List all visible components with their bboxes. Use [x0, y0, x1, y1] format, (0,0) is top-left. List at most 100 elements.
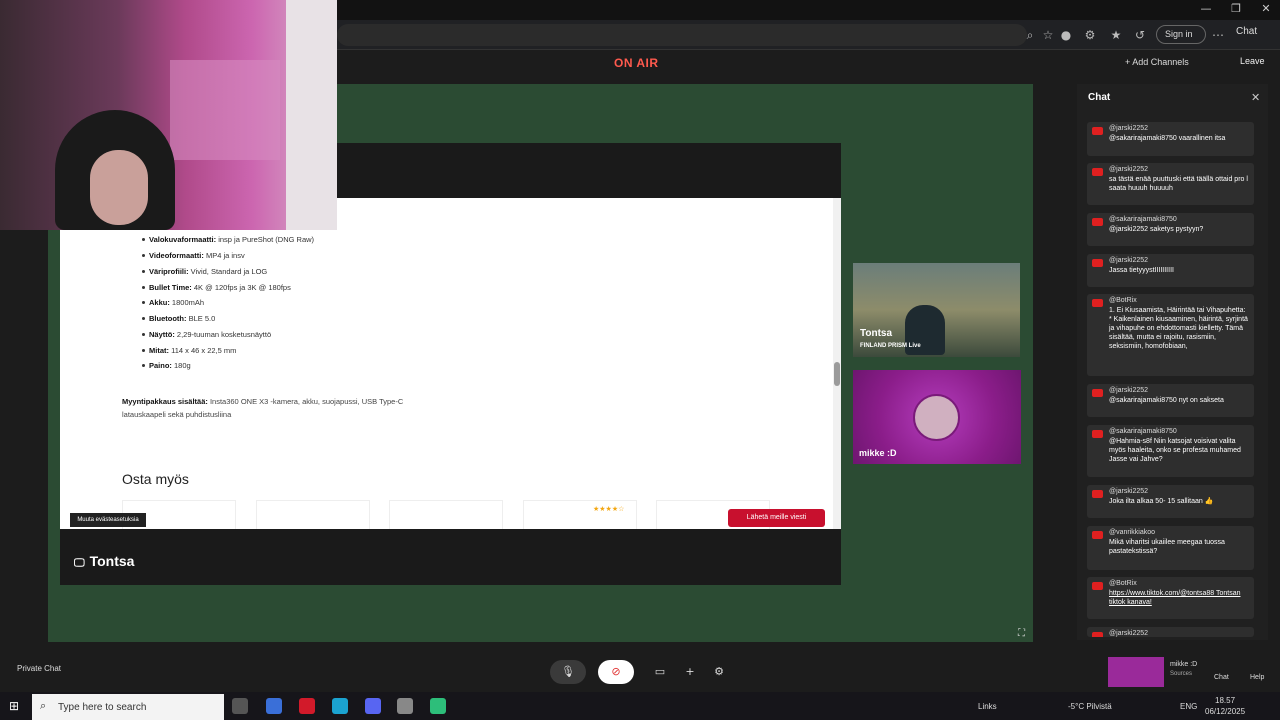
spec-item: Bullet Time: 4K @ 120fps ja 3K @ 180fps	[149, 283, 291, 292]
chat-message: @sakarirajamaki8750 @jarski2252 saketys p…	[1087, 213, 1254, 246]
webcam-face	[90, 150, 148, 225]
product-card[interactable]	[389, 500, 503, 529]
address-bar[interactable]	[337, 24, 1027, 46]
chat-message: @jarski2252	[1087, 627, 1254, 637]
app-icon[interactable]	[266, 698, 282, 714]
microphone-icon[interactable]: 🎙	[550, 660, 586, 684]
list-bullet	[142, 238, 145, 241]
list-bullet	[142, 286, 145, 289]
sign-in-button[interactable]: Sign in	[1156, 25, 1206, 44]
clock-time[interactable]: 18.57	[1215, 696, 1235, 705]
participant-thumbnail[interactable]	[1108, 657, 1164, 687]
chat-message: @jarski2252 @sakarirajamaki8750 vaarallin…	[1087, 122, 1254, 156]
language-indicator[interactable]: ENG	[1180, 702, 1197, 711]
youtube-icon	[1092, 299, 1103, 307]
windows-start-icon[interactable]: ⊞	[9, 699, 23, 713]
fullscreen-icon[interactable]: ⛶	[1018, 628, 1025, 639]
product-card[interactable]	[256, 500, 370, 529]
more-icon[interactable]: ⋯	[1210, 27, 1226, 43]
weather-widget[interactable]: -5°C Pilvistä	[1068, 702, 1112, 711]
youtube-icon	[1092, 127, 1103, 135]
add-channels-button[interactable]: + Add Channels	[1125, 57, 1189, 67]
mic-permission-icon[interactable]: ●	[1058, 27, 1074, 43]
zoom-icon[interactable]: ⌕	[1022, 27, 1038, 43]
close-icon[interactable]: ✕	[1251, 91, 1260, 104]
screen-share-footer	[60, 529, 841, 585]
close-window-icon[interactable]: ✕	[1256, 2, 1276, 15]
chat-message: @sakarirajamaki8750 @Hahmia-s8f Niin kats…	[1087, 425, 1254, 477]
chat-message: @BotRix https://www.tiktok.com/@tontsa88 …	[1087, 577, 1254, 619]
search-icon: ⌕	[40, 699, 47, 712]
youtube-icon	[1092, 490, 1103, 498]
also-buy-heading: Osta myös	[122, 471, 189, 487]
webcam-background	[286, 0, 337, 230]
avatar	[913, 394, 960, 441]
discord-icon[interactable]	[365, 698, 381, 714]
list-bullet	[142, 349, 145, 352]
spec-item: Videoformaatti: MP4 ja insv	[149, 251, 245, 260]
youtube-icon	[1092, 430, 1103, 438]
chat-message: @jarski2252 sa tästä enää puuttuski että …	[1087, 163, 1254, 205]
task-view-icon[interactable]	[232, 698, 248, 714]
clock-date[interactable]: 06/12/2025	[1205, 707, 1245, 716]
leave-button[interactable]: Leave	[1240, 56, 1268, 70]
list-bullet	[142, 254, 145, 257]
chat-message: @jarski2252 Joka ilta alkaa 50- 15 sallit…	[1087, 485, 1254, 518]
maximize-icon[interactable]: ❐	[1226, 2, 1246, 15]
app-icon[interactable]	[397, 698, 413, 714]
list-bullet	[142, 333, 145, 336]
youtube-icon	[1092, 582, 1103, 590]
settings-icon[interactable]: ⚙	[707, 660, 731, 684]
participant-name: mikke :D	[859, 448, 897, 458]
chat-title: Chat	[1088, 92, 1111, 103]
monitor-icon: 🖵	[74, 556, 85, 569]
star-icon[interactable]: ☆	[1040, 27, 1056, 43]
send-message-button[interactable]: Lähetä meille viesti	[728, 509, 825, 527]
edge-icon[interactable]	[332, 698, 348, 714]
youtube-icon	[1092, 389, 1103, 397]
spec-item: Näyttö: 2,29-tuuman kosketusnäyttö	[149, 330, 272, 339]
minimize-icon[interactable]: —	[1196, 2, 1216, 15]
spec-item: Valokuvaformaatti: insp ja PureShot (DNG…	[149, 235, 315, 244]
app-icon[interactable]	[430, 698, 446, 714]
sources-label[interactable]: Sources	[1170, 671, 1192, 677]
participant-overlay-text: FINLAND PRISM Live	[860, 343, 921, 349]
camera-off-icon[interactable]: ⊘	[598, 660, 634, 684]
favorites-icon[interactable]: ★	[1108, 27, 1124, 43]
list-bullet	[142, 364, 145, 367]
youtube-icon	[1092, 168, 1103, 176]
scrollbar-thumb[interactable]	[834, 362, 840, 386]
on-air-indicator: ON AIR	[614, 56, 659, 70]
taskbar-search-placeholder: Type here to search	[58, 702, 147, 713]
history-icon[interactable]: ↺	[1132, 27, 1148, 43]
spec-item: Bluetooth: BLE 5.0	[149, 314, 216, 323]
extensions-icon[interactable]: ⚙	[1082, 27, 1098, 43]
add-icon[interactable]: +	[678, 660, 702, 684]
spec-item: Väriprofiili: Vivid, Standard ja LOG	[149, 267, 268, 276]
chat-toggle-button[interactable]: Chat	[1214, 674, 1229, 681]
youtube-icon	[1092, 632, 1103, 637]
chat-message: @vanrikkiakoo Mikä viharitsi ukaiilee mee…	[1087, 526, 1254, 570]
help-button[interactable]: Help	[1250, 674, 1264, 681]
tiktok-link[interactable]: https://www.tiktok.com/@tontsa88 Tontsan…	[1109, 589, 1249, 607]
opera-icon[interactable]	[299, 698, 315, 714]
chat-message: @jarski2252 @sakarirajamaki8750 nyt on sa…	[1087, 384, 1254, 417]
webcam-feed	[0, 0, 337, 230]
chat-message: @BotRix 1. Ei Kiusaamista, Häirintää tai …	[1087, 294, 1254, 376]
studio-controls	[0, 654, 1280, 690]
screen-source-label: Tontsa	[89, 553, 135, 569]
youtube-icon	[1092, 531, 1103, 539]
rating-stars: ★★★★☆	[593, 506, 625, 513]
chat-message: @jarski2252 Jassa tietyyystIIIIIIIIII	[1087, 254, 1254, 287]
webcam-background	[170, 60, 280, 160]
private-chat-button[interactable]: Private Chat	[17, 664, 61, 673]
links-toolbar[interactable]: Links	[978, 702, 997, 711]
copilot-chat-button[interactable]: Chat	[1236, 26, 1257, 37]
spec-item: Paino: 180g	[149, 361, 191, 370]
share-screen-icon[interactable]: ▭	[648, 660, 672, 684]
list-bullet	[142, 317, 145, 320]
participant-name: Tontsa	[860, 328, 893, 339]
screen-source-name: 🖵 Tontsa	[74, 553, 134, 570]
sales-package-text: Myyntipakkaus sisältää: Insta360 ONE X3 …	[122, 397, 404, 419]
cookie-settings-button[interactable]: Muuta evästeasetuksia	[70, 513, 146, 527]
